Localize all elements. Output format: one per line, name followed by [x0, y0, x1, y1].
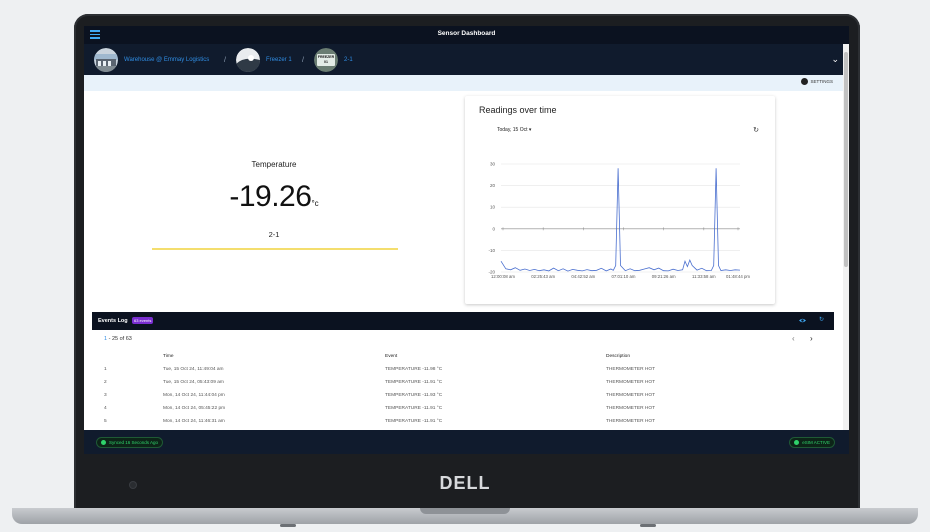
- x-tick-label: 12:00:08 am: [491, 274, 515, 279]
- row-description: THERMOMETER HOT: [606, 406, 656, 411]
- y-tick-label: -10: [488, 248, 495, 253]
- settings-label: SETTINGS: [810, 79, 833, 84]
- gear-icon: [802, 79, 808, 84]
- readings-card: Readings over time Today, 15 Oct ▾ ↻ 30 2…: [465, 96, 775, 304]
- breadcrumb-separator: /: [224, 57, 226, 64]
- date-select[interactable]: Today, 15 Oct ▾: [497, 127, 531, 133]
- row-time: Mon, 14 Oct 24, 05:45:22 pm: [163, 406, 226, 411]
- row-description: THERMOMETER HOT: [606, 393, 656, 398]
- row-description: THERMOMETER HOT: [606, 367, 656, 372]
- check-circle-icon: [794, 440, 800, 445]
- esim-status-badge: eSIM ACTIVE: [789, 437, 835, 448]
- row-event: TEMPERATURE -11.91 °C: [385, 419, 443, 424]
- sync-status-badge: Synced 16 Seconds Ago: [96, 437, 164, 448]
- esim-status-text: eSIM ACTIVE: [802, 440, 830, 445]
- eye-icon[interactable]: [799, 317, 806, 324]
- breadcrumb-label: 2-1: [344, 57, 353, 63]
- previous-page-button[interactable]: ‹: [792, 334, 795, 343]
- laptop-brand-logo: DELL: [439, 473, 491, 493]
- row-number: 4: [104, 406, 107, 411]
- temperature-unit: °c: [311, 199, 319, 208]
- table-row[interactable]: 2 Tue, 15 Oct 24, 05:43:09 am TEMPERATURE …: [92, 377, 834, 390]
- screen: Sensor Dashboard Warehouse @ Emmay Logis…: [84, 26, 849, 454]
- row-description: THERMOMETER HOT: [606, 419, 656, 424]
- app-title: Sensor Dashboard: [437, 30, 496, 37]
- y-tick-label: 20: [490, 183, 496, 188]
- y-tick-label: 0: [492, 226, 495, 231]
- laptop-foot: [280, 524, 296, 527]
- laptop-hinge-notch: [420, 508, 510, 514]
- readings-title: Readings over time: [479, 105, 557, 115]
- temperature-value: -19.26: [229, 180, 312, 213]
- row-number: 3: [104, 393, 107, 398]
- sync-status-text: Synced 16 Seconds Ago: [109, 440, 159, 445]
- warehouse-avatar: [94, 48, 118, 72]
- events-log-title: Events Log: [98, 318, 128, 324]
- row-number: 1: [104, 367, 107, 372]
- x-tick-label: 01:48:44 pm: [726, 274, 750, 279]
- breadcrumb-label: Warehouse @ Emmay Logistics: [124, 57, 210, 63]
- app-top-bar: Sensor Dashboard: [84, 26, 849, 44]
- status-footer: Synced 16 Seconds Ago eSIM ACTIVE: [84, 430, 849, 454]
- refresh-icon[interactable]: ↻: [753, 126, 759, 134]
- series-line: [500, 168, 741, 272]
- pagination-total: - 25 of 63: [107, 336, 132, 342]
- sensor-avatar-text: FREEZER 01: [317, 55, 335, 64]
- breadcrumb-separator: /: [302, 57, 304, 64]
- column-header-description[interactable]: Description: [606, 354, 630, 359]
- row-time: Tue, 15 Oct 24, 11:49:04 am: [163, 367, 224, 372]
- x-tick-label: 11:33:58 am: [692, 274, 716, 279]
- chevron-down-icon[interactable]: ⌄: [831, 54, 839, 65]
- table-row[interactable]: 1 Tue, 15 Oct 24, 11:49:04 am TEMPERATURE …: [92, 364, 834, 377]
- row-time: Mon, 14 Oct 24, 11:44:04 pm: [163, 393, 225, 398]
- temperature-label: Temperature: [251, 160, 297, 169]
- events-count-badge: 63 events: [132, 317, 154, 324]
- freezer-avatar: [236, 48, 260, 72]
- y-tick-label: 10: [490, 205, 496, 210]
- y-tick-label: 30: [490, 162, 496, 167]
- x-tick-label: 02:25:43 am: [531, 274, 555, 279]
- temperature-gauge-bar: [152, 248, 398, 250]
- row-time: Tue, 15 Oct 24, 05:43:09 am: [163, 380, 224, 385]
- column-header-event[interactable]: Event: [385, 354, 397, 359]
- next-page-button[interactable]: ›: [810, 334, 813, 343]
- table-row[interactable]: 5 Mon, 14 Oct 24, 11:46:31 am TEMPERATURE …: [92, 416, 834, 429]
- row-number: 2: [104, 380, 107, 385]
- settings-button[interactable]: SETTINGS: [802, 79, 833, 84]
- x-tick-label: 09:21:26 am: [652, 274, 676, 279]
- row-event: TEMPERATURE -11.93 °C: [385, 393, 443, 398]
- x-tick-label: 04:42:52 am: [571, 274, 595, 279]
- scrollbar-thumb[interactable]: [844, 52, 848, 267]
- breadcrumb-item-sensor[interactable]: FREEZER 01 2-1: [314, 48, 353, 72]
- breadcrumb-label: Freezer 1: [266, 57, 292, 63]
- table-row[interactable]: 4 Mon, 14 Oct 24, 05:45:22 pm TEMPERATURE …: [92, 403, 834, 416]
- row-time: Mon, 14 Oct 24, 11:46:31 am: [163, 419, 225, 424]
- breadcrumb: Warehouse @ Emmay Logistics / Freezer 1 …: [84, 44, 849, 75]
- readings-chart: 3020100-10-2012:00:08 am 02:25:43 am 04:42…: [488, 162, 750, 280]
- row-description: THERMOMETER HOT: [606, 380, 656, 385]
- check-circle-icon: [101, 440, 106, 445]
- webcam: [130, 482, 136, 488]
- temperature-readout: -19.26°c: [84, 180, 464, 214]
- row-event: TEMPERATURE -11.91 °C: [385, 380, 443, 385]
- date-select-value: Today, 15 Oct: [497, 127, 528, 133]
- settings-strip: SETTINGS: [84, 75, 843, 91]
- x-tick-label: 07:01:10 am: [612, 274, 636, 279]
- breadcrumb-item-warehouse[interactable]: Warehouse @ Emmay Logistics: [94, 48, 209, 72]
- column-header-time[interactable]: Time: [163, 354, 173, 359]
- laptop-foot: [640, 524, 656, 527]
- pagination-range: 1 - 25 of 63: [104, 336, 132, 342]
- sensor-avatar: FREEZER 01: [314, 48, 338, 72]
- row-number: 5: [104, 419, 107, 424]
- temperature-sensor-name: 2-1: [268, 230, 280, 239]
- events-log-header: Events Log 63 events ↻: [92, 312, 834, 330]
- row-event: TEMPERATURE -11.91 °C: [385, 406, 443, 411]
- table-row[interactable]: 3 Mon, 14 Oct 24, 11:44:04 pm TEMPERATURE …: [92, 390, 834, 403]
- events-refresh-icon[interactable]: ↻: [819, 316, 824, 323]
- caret-down-icon: ▾: [528, 127, 532, 133]
- row-event: TEMPERATURE -11.98 °C: [385, 367, 443, 372]
- breadcrumb-item-freezer[interactable]: Freezer 1: [236, 48, 292, 72]
